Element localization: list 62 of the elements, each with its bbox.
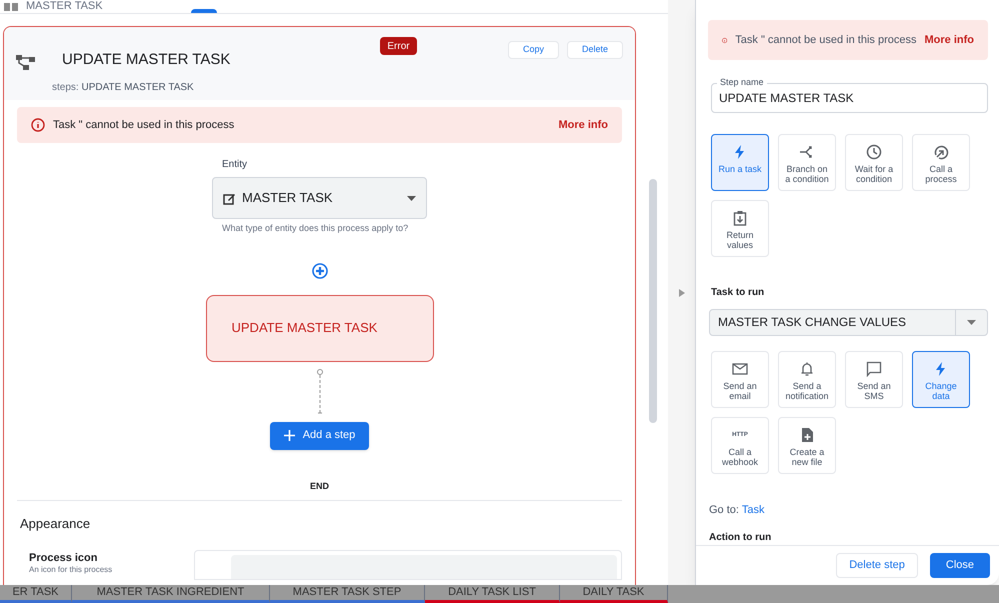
scrollbar[interactable]: [649, 179, 657, 423]
expand-arrow-icon[interactable]: [678, 288, 684, 296]
option-tile[interactable]: Change data: [912, 350, 970, 408]
sheet-tab[interactable]: DAILY TASK LIST: [425, 585, 560, 603]
field-label: Process icon: [29, 550, 98, 566]
section-title: Appearance: [20, 515, 92, 533]
task-link[interactable]: Task: [742, 504, 764, 516]
clipboard-icon: [732, 210, 748, 226]
step-node[interactable]: UPDATE MASTER TASK: [206, 294, 434, 362]
sheet-tab[interactable]: ER TASK: [0, 585, 72, 603]
option-tile[interactable]: Branch on a condition: [778, 134, 836, 192]
connector-line: [316, 368, 324, 416]
sheet-tab[interactable]: MASTER TASK INGREDIENT: [72, 585, 270, 603]
end-label: END: [310, 480, 329, 492]
sheet-tab[interactable]: MASTER TASK STEP: [270, 585, 425, 603]
bell-icon: [799, 360, 815, 376]
envelope-icon: [732, 360, 748, 376]
flow-icon: [16, 55, 36, 71]
step-title: UPDATE MASTER TASK: [62, 50, 230, 70]
process-icon-field[interactable]: [194, 550, 622, 580]
option-tile[interactable]: Send a notification: [778, 350, 836, 408]
clock-icon: [866, 144, 882, 160]
file-plus-icon: [799, 426, 815, 442]
error-icon: [31, 118, 45, 132]
step-subtitle: steps: UPDATE MASTER TASK: [52, 80, 195, 94]
option-tile[interactable]: Send an SMS: [845, 350, 903, 408]
delete-button[interactable]: Delete: [566, 41, 623, 59]
option-tile[interactable]: Run a task: [711, 134, 769, 192]
circular-arrow-icon: [933, 144, 949, 160]
option-tile[interactable]: Wait for a condition: [845, 134, 903, 192]
go-to-text: Go to: Task: [709, 502, 766, 518]
error-message: Task " cannot be used in this process: [735, 32, 916, 48]
tab-indicator: [190, 9, 217, 13]
more-info-link[interactable]: More info: [558, 116, 608, 134]
error-badge: Error: [380, 37, 417, 55]
task-dropdown[interactable]: MASTER TASK CHANGE VALUES: [709, 309, 988, 336]
plus-icon: [284, 430, 295, 441]
page-title: MASTER TASK: [26, 1, 103, 12]
caret-icon: [967, 320, 976, 325]
more-info-link[interactable]: More info: [924, 32, 974, 48]
grid-icon: [4, 2, 18, 10]
option-tile[interactable]: Return values: [711, 200, 769, 258]
section-label: Task to run: [711, 286, 766, 300]
option-tile[interactable]: Send an email: [711, 350, 769, 408]
chat-bubble-icon: [866, 360, 882, 376]
section-label: Action to run: [709, 531, 772, 545]
entity-dropdown[interactable]: MASTER TASK: [212, 177, 427, 219]
copy-button[interactable]: Copy: [508, 41, 559, 59]
add-step-button[interactable]: Add a step: [270, 422, 369, 450]
edit-icon: [223, 192, 236, 204]
error-message: Task " cannot be used in this process: [53, 118, 234, 133]
sheet-tab[interactable]: DAILY TASK: [560, 585, 668, 603]
field-label: Step name: [717, 78, 767, 88]
add-icon[interactable]: [312, 262, 328, 278]
option-tile[interactable]: Create a new file: [778, 416, 836, 474]
close-button[interactable]: Close: [930, 553, 990, 578]
option-tile[interactable]: Call a process: [912, 134, 970, 192]
entity-label: Entity: [222, 158, 248, 172]
caret-icon: [407, 196, 416, 200]
field-help-text: An icon for this process: [29, 566, 114, 574]
entity-helper-text: What type of entity does this process apply to?: [222, 222, 410, 235]
delete-step-button[interactable]: Delete step: [836, 553, 918, 578]
